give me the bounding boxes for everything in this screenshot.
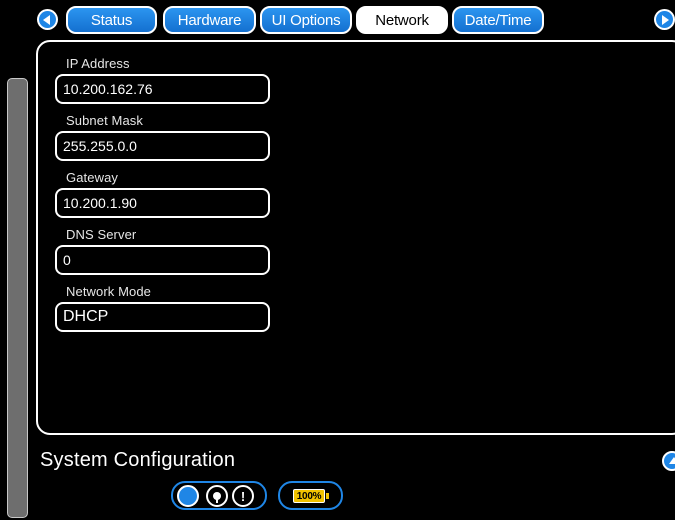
warning-icon: ! — [232, 485, 254, 507]
network-mode-select[interactable]: DHCP — [55, 302, 270, 332]
battery-level: 100% — [296, 490, 322, 502]
battery-icon: 100% — [293, 489, 325, 503]
tab-ui-options[interactable]: UI Options — [260, 6, 352, 34]
dns-server-label: DNS Server — [66, 227, 137, 242]
ip-address-label: IP Address — [66, 56, 130, 71]
battery-tip — [326, 493, 329, 499]
gateway-field[interactable]: 10.200.1.90 — [55, 188, 270, 218]
dns-server-field[interactable]: 0 — [55, 245, 270, 275]
sidebar — [0, 38, 30, 518]
status-indicators[interactable]: ! — [171, 481, 267, 510]
tab-status[interactable]: Status — [66, 6, 157, 34]
tab-hardware[interactable]: Hardware — [163, 6, 256, 34]
ip-address-field[interactable]: 10.200.162.76 — [55, 74, 270, 104]
next-tab-button[interactable] — [654, 9, 675, 30]
up-arrow-icon[interactable] — [662, 451, 675, 471]
gateway-label: Gateway — [66, 170, 119, 185]
lock-icon — [206, 485, 228, 507]
subnet-mask-field[interactable]: 255.255.0.0 — [55, 131, 270, 161]
app-window: Status Hardware UI Options Network Date/… — [0, 0, 675, 520]
battery-status[interactable]: 100% — [278, 481, 343, 510]
status-dot-icon — [177, 485, 199, 507]
prev-tab-button[interactable] — [37, 9, 58, 30]
network-mode-label: Network Mode — [66, 284, 152, 299]
sidebar-panel[interactable] — [7, 78, 28, 518]
tab-network[interactable]: Network — [356, 6, 448, 34]
tab-bar: Status Hardware UI Options Network Date/… — [0, 0, 675, 40]
subnet-mask-label: Subnet Mask — [66, 113, 143, 128]
chevron-right-icon — [656, 11, 673, 28]
page-title: System Configuration — [40, 449, 236, 471]
chevron-left-icon — [39, 11, 56, 28]
tab-date-time[interactable]: Date/Time — [452, 6, 544, 34]
